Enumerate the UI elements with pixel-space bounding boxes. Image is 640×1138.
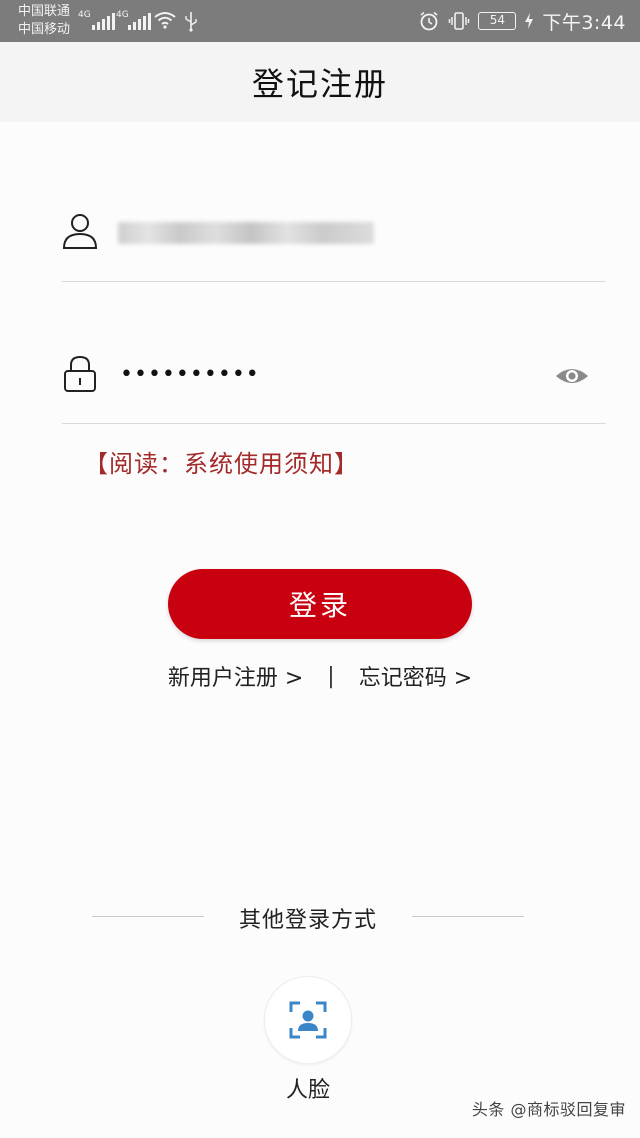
battery-level: 54 (489, 13, 505, 27)
lock-icon (64, 355, 96, 392)
vibrate-icon (449, 12, 470, 30)
battery-icon: 54 (478, 12, 517, 30)
eye-icon[interactable] (554, 364, 590, 388)
face-login-button[interactable] (264, 976, 352, 1064)
carrier-1: 中国联通 (18, 4, 71, 19)
password-value: •••••••••• (120, 362, 260, 387)
face-login-label: 人脸 (285, 1078, 330, 1103)
signal-icon (128, 12, 151, 30)
status-time: 下午3:44 (542, 11, 626, 34)
register-link[interactable]: 新用户注册 > (168, 660, 303, 692)
signal-icon (92, 12, 115, 30)
username-value-blurred (118, 222, 374, 244)
title-bar: 登记注册 (0, 42, 640, 122)
login-button-label: 登录 (288, 589, 351, 622)
forgot-password-link[interactable]: 忘记密码 > (359, 660, 472, 692)
watermark: 头条 @商标驳回复审 (471, 1100, 626, 1119)
charging-icon (525, 13, 534, 29)
link-separator: | (327, 663, 335, 689)
usb-icon (185, 12, 197, 32)
login-button[interactable]: 登录 (168, 569, 472, 639)
carrier-names: 中国联通 中国移动 (18, 3, 70, 39)
divider-right (412, 916, 524, 917)
status-right-group: 54 下午3:44 (418, 7, 626, 35)
user-icon (62, 214, 98, 249)
login-page: 中国联通 中国移动 4G 4G 54 下午3:44 登记注册 •••••••••… (0, 0, 640, 1138)
usage-notice-link[interactable]: 【阅读：系统使用须知】 (84, 444, 359, 479)
password-field[interactable]: •••••••••• (62, 334, 606, 424)
network-type-1: 4G (78, 10, 91, 20)
alarm-icon (420, 11, 438, 31)
username-field[interactable] (62, 192, 606, 282)
other-login-header: 其他登录方式 (92, 898, 524, 934)
account-links: 新用户注册 > | 忘记密码 > (0, 658, 640, 694)
page-title: 登记注册 (251, 65, 388, 103)
other-login-title: 其他登录方式 (238, 908, 377, 933)
wifi-icon (154, 12, 176, 29)
face-recognition-icon (289, 1001, 327, 1039)
status-bar: 中国联通 中国移动 4G 4G 54 下午3:44 (0, 0, 640, 42)
network-type-2: 4G (116, 10, 129, 20)
carrier-2: 中国移动 (18, 22, 71, 37)
